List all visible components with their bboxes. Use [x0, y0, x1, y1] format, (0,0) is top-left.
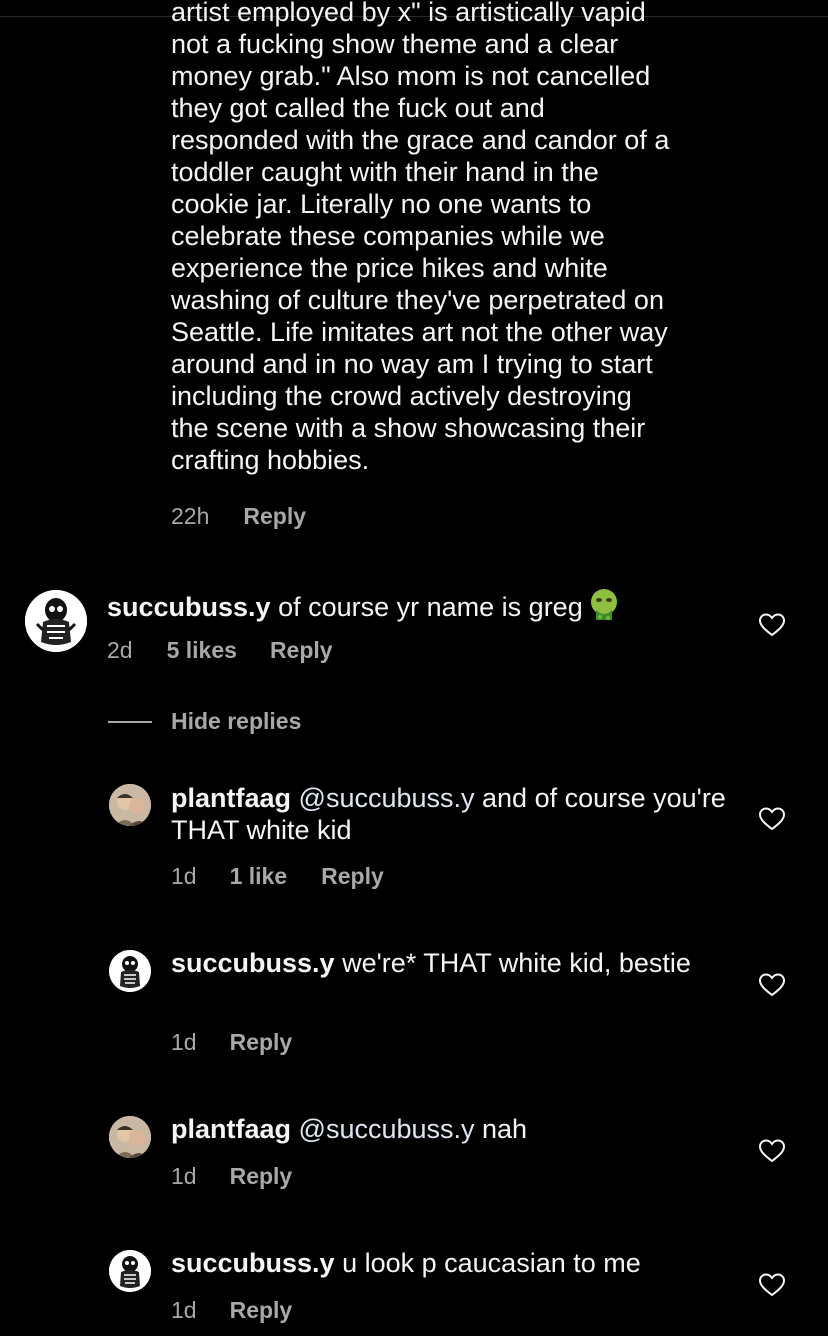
mention-link[interactable]: @succubuss.y — [299, 783, 475, 813]
hide-replies-line — [108, 720, 152, 723]
reply-button[interactable]: Reply — [230, 1163, 293, 1190]
reply-username[interactable]: succubuss.y — [171, 1248, 335, 1278]
heart-outline-icon[interactable] — [759, 613, 785, 637]
avatar[interactable] — [109, 784, 151, 826]
photo-avatar-icon — [109, 1116, 151, 1158]
reply-button[interactable]: Reply — [243, 503, 306, 530]
heart-outline-icon[interactable] — [759, 807, 785, 831]
mention-link[interactable]: @succubuss.y — [299, 1114, 475, 1144]
heart-outline-icon[interactable] — [759, 1139, 785, 1163]
avatar[interactable] — [25, 590, 87, 652]
likes-count[interactable]: 5 likes — [167, 637, 237, 664]
reply-meta: 1d Reply — [171, 1163, 292, 1190]
comment-time: 2d — [107, 637, 133, 663]
reply-meta: 1d Reply — [171, 1297, 292, 1324]
likes-count[interactable]: 1 like — [230, 863, 288, 890]
reply-text: succubuss.y u look p caucasian to me — [171, 1247, 731, 1279]
reply-text: succubuss.y we're* THAT white kid, besti… — [171, 947, 691, 979]
avatar[interactable] — [109, 1116, 151, 1158]
reply-button[interactable]: Reply — [270, 637, 333, 664]
hide-replies-toggle[interactable]: Hide replies — [108, 708, 301, 735]
avatar[interactable] — [109, 1250, 151, 1292]
reply-meta: 1d Reply — [171, 1029, 292, 1056]
reply-time: 1d — [171, 863, 197, 889]
comment-meta: 22h Reply — [171, 503, 306, 530]
reply-text: plantfaag @succubuss.y and of course you… — [171, 782, 731, 846]
reply-time: 1d — [171, 1163, 197, 1189]
skull-figure-avatar-icon — [109, 1250, 151, 1292]
heart-outline-icon[interactable] — [759, 973, 785, 997]
reply-body: we're* THAT white kid, bestie — [334, 948, 691, 978]
reply-button[interactable]: Reply — [321, 863, 384, 890]
reply-body: u look p caucasian to me — [334, 1248, 641, 1278]
comment-username[interactable]: succubuss.y — [107, 592, 271, 622]
photo-avatar-icon — [109, 784, 151, 826]
avatar[interactable] — [109, 950, 151, 992]
reply-username[interactable]: plantfaag — [171, 1114, 291, 1144]
reply-button[interactable]: Reply — [230, 1297, 293, 1324]
comment-body: of course yr name is greg — [270, 592, 583, 622]
heart-outline-icon[interactable] — [759, 1273, 785, 1297]
comment-body-continued: artist employed by x" is artistically va… — [171, 0, 670, 475]
reply-time: 1d — [171, 1297, 197, 1323]
comment-time: 22h — [171, 503, 210, 529]
reply-time: 1d — [171, 1029, 197, 1055]
reply-username[interactable]: succubuss.y — [171, 948, 335, 978]
skull-figure-avatar-icon — [25, 590, 87, 652]
reply-username[interactable]: plantfaag — [171, 783, 291, 813]
skull-figure-avatar-icon — [109, 950, 151, 992]
reply-button[interactable]: Reply — [230, 1029, 293, 1056]
comment-meta: 2d 5 likes Reply — [107, 637, 333, 664]
nauseated-face-icon — [589, 588, 619, 622]
reply-text: plantfaag @succubuss.y nah — [171, 1113, 731, 1145]
reply-body: nah — [474, 1114, 528, 1144]
reply-meta: 1d 1 like Reply — [171, 863, 384, 890]
hide-replies-label[interactable]: Hide replies — [171, 708, 301, 735]
comment-text: succubuss.y of course yr name is greg — [107, 588, 727, 623]
